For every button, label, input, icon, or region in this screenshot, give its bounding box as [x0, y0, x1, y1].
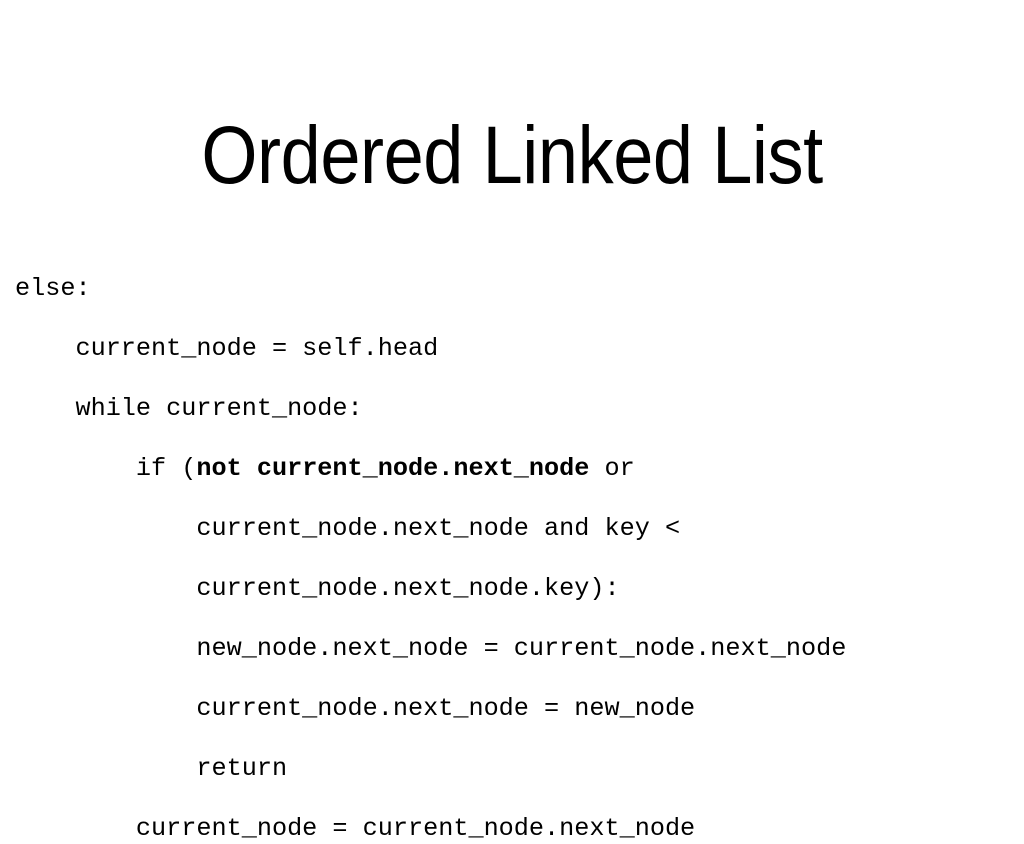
title-area: Ordered Linked List: [0, 56, 1024, 256]
code-line: return: [15, 754, 288, 783]
code-line: current_node.next_node.key):: [15, 574, 620, 603]
code-line: if (not current_node.next_node or: [15, 454, 635, 483]
page-title: Ordered Linked List: [201, 109, 823, 201]
code-line: current_node = self.head: [15, 334, 439, 363]
code-line: current_node.next_node = new_node: [15, 694, 696, 723]
code-line: else:: [15, 274, 91, 303]
code-line: new_node.next_node = current_node.next_n…: [15, 634, 847, 663]
code-line: while current_node:: [15, 394, 363, 423]
code-block: else: current_node = self.head while cur…: [15, 274, 1015, 844]
code-line: current_node = current_node.next_node: [15, 814, 696, 843]
code-emphasis: not current_node.next_node: [196, 454, 590, 483]
code-line: current_node.next_node and key <: [15, 514, 681, 543]
slide-canvas: Ordered Linked List else: current_node =…: [0, 0, 1024, 843]
code-area: else: current_node = self.head while cur…: [15, 274, 1015, 844]
